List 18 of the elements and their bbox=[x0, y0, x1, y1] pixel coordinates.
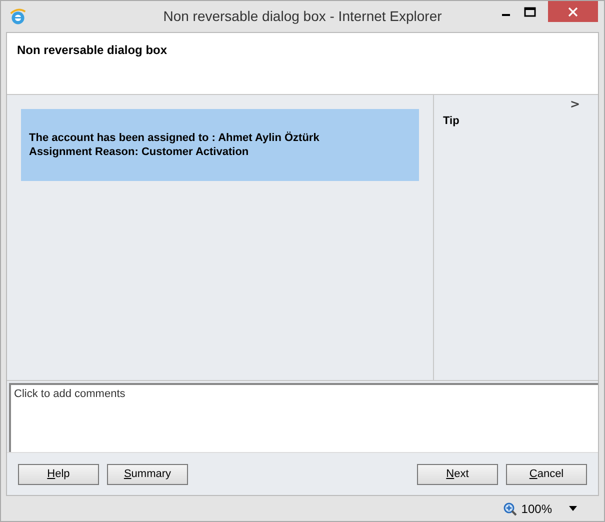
dialog-button[interactable]: Cancel bbox=[506, 464, 587, 484]
maximize-icon[interactable] bbox=[524, 6, 536, 18]
zoom-level[interactable]: 100% bbox=[521, 502, 552, 516]
dialog-title: Non reversable dialog box bbox=[17, 43, 168, 57]
dialog-button[interactable]: Help bbox=[18, 464, 99, 484]
close-icon bbox=[568, 6, 578, 16]
dialog-button[interactable]: Next bbox=[417, 464, 498, 484]
zoom-icon[interactable] bbox=[503, 502, 518, 516]
dialog-button[interactable]: Summary bbox=[107, 464, 188, 484]
message-text: The account has been assigned to : Ahmet Aylin Öztürk bbox=[29, 131, 320, 145]
browser-logo-icon bbox=[9, 8, 27, 26]
expand-toggle[interactable]: > bbox=[570, 97, 580, 111]
comments-field[interactable]: Click to add comments bbox=[9, 383, 598, 452]
window-title: Non reversable dialog box - Internet Explorer bbox=[162, 8, 443, 24]
tip-title: Tip bbox=[443, 115, 460, 127]
dropdown-caret-icon[interactable] bbox=[568, 506, 578, 512]
close-button[interactable] bbox=[548, 1, 598, 22]
message-text: Assignment Reason: Customer Activation bbox=[29, 145, 250, 159]
